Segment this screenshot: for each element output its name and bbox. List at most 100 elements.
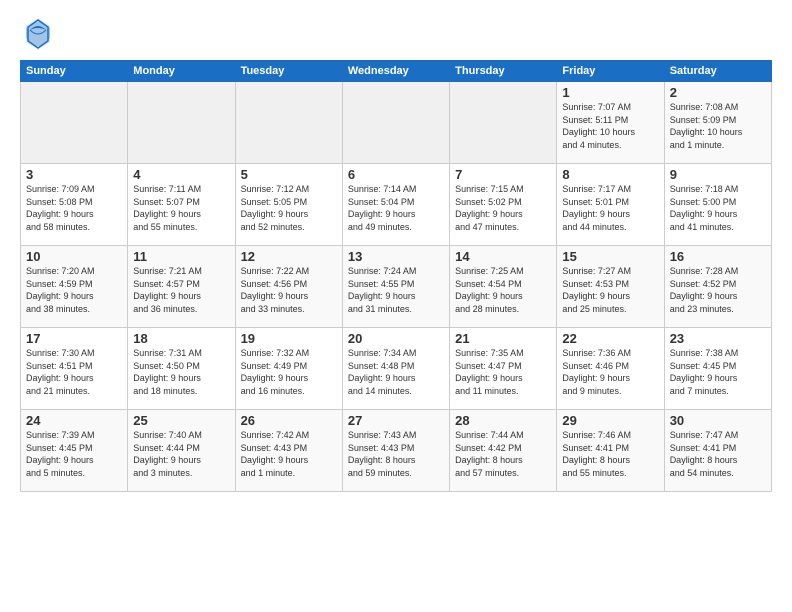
day-info: Sunrise: 7:30 AM Sunset: 4:51 PM Dayligh… <box>26 347 122 397</box>
day-info: Sunrise: 7:18 AM Sunset: 5:00 PM Dayligh… <box>670 183 766 233</box>
calendar-cell: 26Sunrise: 7:42 AM Sunset: 4:43 PM Dayli… <box>235 410 342 492</box>
day-info: Sunrise: 7:32 AM Sunset: 4:49 PM Dayligh… <box>241 347 337 397</box>
day-number: 9 <box>670 167 766 182</box>
calendar-cell: 7Sunrise: 7:15 AM Sunset: 5:02 PM Daylig… <box>450 164 557 246</box>
calendar-cell <box>450 82 557 164</box>
day-info: Sunrise: 7:12 AM Sunset: 5:05 PM Dayligh… <box>241 183 337 233</box>
calendar-cell: 30Sunrise: 7:47 AM Sunset: 4:41 PM Dayli… <box>664 410 771 492</box>
day-number: 29 <box>562 413 658 428</box>
day-info: Sunrise: 7:17 AM Sunset: 5:01 PM Dayligh… <box>562 183 658 233</box>
calendar-cell: 29Sunrise: 7:46 AM Sunset: 4:41 PM Dayli… <box>557 410 664 492</box>
day-info: Sunrise: 7:31 AM Sunset: 4:50 PM Dayligh… <box>133 347 229 397</box>
day-number: 28 <box>455 413 551 428</box>
calendar-cell: 2Sunrise: 7:08 AM Sunset: 5:09 PM Daylig… <box>664 82 771 164</box>
day-number: 19 <box>241 331 337 346</box>
day-info: Sunrise: 7:42 AM Sunset: 4:43 PM Dayligh… <box>241 429 337 479</box>
day-number: 2 <box>670 85 766 100</box>
calendar-cell: 17Sunrise: 7:30 AM Sunset: 4:51 PM Dayli… <box>21 328 128 410</box>
calendar-cell <box>235 82 342 164</box>
day-number: 8 <box>562 167 658 182</box>
day-number: 25 <box>133 413 229 428</box>
calendar-cell: 19Sunrise: 7:32 AM Sunset: 4:49 PM Dayli… <box>235 328 342 410</box>
day-number: 10 <box>26 249 122 264</box>
calendar-cell: 28Sunrise: 7:44 AM Sunset: 4:42 PM Dayli… <box>450 410 557 492</box>
day-number: 21 <box>455 331 551 346</box>
week-row-1: 3Sunrise: 7:09 AM Sunset: 5:08 PM Daylig… <box>21 164 772 246</box>
day-info: Sunrise: 7:24 AM Sunset: 4:55 PM Dayligh… <box>348 265 444 315</box>
calendar-cell: 1Sunrise: 7:07 AM Sunset: 5:11 PM Daylig… <box>557 82 664 164</box>
day-info: Sunrise: 7:25 AM Sunset: 4:54 PM Dayligh… <box>455 265 551 315</box>
day-number: 24 <box>26 413 122 428</box>
calendar-body: 1Sunrise: 7:07 AM Sunset: 5:11 PM Daylig… <box>21 82 772 492</box>
day-number: 27 <box>348 413 444 428</box>
day-number: 18 <box>133 331 229 346</box>
calendar-cell: 25Sunrise: 7:40 AM Sunset: 4:44 PM Dayli… <box>128 410 235 492</box>
header-thursday: Thursday <box>450 61 557 82</box>
day-number: 1 <box>562 85 658 100</box>
header-friday: Friday <box>557 61 664 82</box>
day-number: 6 <box>348 167 444 182</box>
header-row: SundayMondayTuesdayWednesdayThursdayFrid… <box>21 61 772 82</box>
day-number: 30 <box>670 413 766 428</box>
calendar-cell: 20Sunrise: 7:34 AM Sunset: 4:48 PM Dayli… <box>342 328 449 410</box>
day-number: 16 <box>670 249 766 264</box>
day-number: 3 <box>26 167 122 182</box>
day-info: Sunrise: 7:44 AM Sunset: 4:42 PM Dayligh… <box>455 429 551 479</box>
header-monday: Monday <box>128 61 235 82</box>
calendar-cell: 16Sunrise: 7:28 AM Sunset: 4:52 PM Dayli… <box>664 246 771 328</box>
calendar-cell: 3Sunrise: 7:09 AM Sunset: 5:08 PM Daylig… <box>21 164 128 246</box>
week-row-2: 10Sunrise: 7:20 AM Sunset: 4:59 PM Dayli… <box>21 246 772 328</box>
day-info: Sunrise: 7:43 AM Sunset: 4:43 PM Dayligh… <box>348 429 444 479</box>
logo-icon <box>20 16 56 52</box>
day-info: Sunrise: 7:15 AM Sunset: 5:02 PM Dayligh… <box>455 183 551 233</box>
calendar-cell: 12Sunrise: 7:22 AM Sunset: 4:56 PM Dayli… <box>235 246 342 328</box>
calendar-header: SundayMondayTuesdayWednesdayThursdayFrid… <box>21 61 772 82</box>
day-number: 14 <box>455 249 551 264</box>
day-number: 26 <box>241 413 337 428</box>
calendar-cell: 23Sunrise: 7:38 AM Sunset: 4:45 PM Dayli… <box>664 328 771 410</box>
calendar-cell: 9Sunrise: 7:18 AM Sunset: 5:00 PM Daylig… <box>664 164 771 246</box>
day-number: 4 <box>133 167 229 182</box>
week-row-0: 1Sunrise: 7:07 AM Sunset: 5:11 PM Daylig… <box>21 82 772 164</box>
day-number: 17 <box>26 331 122 346</box>
calendar-cell <box>128 82 235 164</box>
calendar-cell <box>342 82 449 164</box>
day-info: Sunrise: 7:39 AM Sunset: 4:45 PM Dayligh… <box>26 429 122 479</box>
day-number: 23 <box>670 331 766 346</box>
week-row-3: 17Sunrise: 7:30 AM Sunset: 4:51 PM Dayli… <box>21 328 772 410</box>
calendar-cell: 5Sunrise: 7:12 AM Sunset: 5:05 PM Daylig… <box>235 164 342 246</box>
day-number: 12 <box>241 249 337 264</box>
calendar-cell: 24Sunrise: 7:39 AM Sunset: 4:45 PM Dayli… <box>21 410 128 492</box>
calendar-cell: 22Sunrise: 7:36 AM Sunset: 4:46 PM Dayli… <box>557 328 664 410</box>
day-info: Sunrise: 7:40 AM Sunset: 4:44 PM Dayligh… <box>133 429 229 479</box>
day-info: Sunrise: 7:38 AM Sunset: 4:45 PM Dayligh… <box>670 347 766 397</box>
calendar-cell <box>21 82 128 164</box>
day-number: 7 <box>455 167 551 182</box>
day-info: Sunrise: 7:08 AM Sunset: 5:09 PM Dayligh… <box>670 101 766 151</box>
day-number: 13 <box>348 249 444 264</box>
day-info: Sunrise: 7:11 AM Sunset: 5:07 PM Dayligh… <box>133 183 229 233</box>
day-info: Sunrise: 7:14 AM Sunset: 5:04 PM Dayligh… <box>348 183 444 233</box>
calendar-cell: 6Sunrise: 7:14 AM Sunset: 5:04 PM Daylig… <box>342 164 449 246</box>
calendar-cell: 15Sunrise: 7:27 AM Sunset: 4:53 PM Dayli… <box>557 246 664 328</box>
day-number: 20 <box>348 331 444 346</box>
calendar-cell: 10Sunrise: 7:20 AM Sunset: 4:59 PM Dayli… <box>21 246 128 328</box>
header-sunday: Sunday <box>21 61 128 82</box>
calendar-cell: 8Sunrise: 7:17 AM Sunset: 5:01 PM Daylig… <box>557 164 664 246</box>
calendar-cell: 14Sunrise: 7:25 AM Sunset: 4:54 PM Dayli… <box>450 246 557 328</box>
header-tuesday: Tuesday <box>235 61 342 82</box>
calendar-cell: 27Sunrise: 7:43 AM Sunset: 4:43 PM Dayli… <box>342 410 449 492</box>
day-info: Sunrise: 7:27 AM Sunset: 4:53 PM Dayligh… <box>562 265 658 315</box>
week-row-4: 24Sunrise: 7:39 AM Sunset: 4:45 PM Dayli… <box>21 410 772 492</box>
day-info: Sunrise: 7:34 AM Sunset: 4:48 PM Dayligh… <box>348 347 444 397</box>
day-info: Sunrise: 7:46 AM Sunset: 4:41 PM Dayligh… <box>562 429 658 479</box>
calendar-cell: 21Sunrise: 7:35 AM Sunset: 4:47 PM Dayli… <box>450 328 557 410</box>
day-info: Sunrise: 7:28 AM Sunset: 4:52 PM Dayligh… <box>670 265 766 315</box>
day-info: Sunrise: 7:47 AM Sunset: 4:41 PM Dayligh… <box>670 429 766 479</box>
day-number: 5 <box>241 167 337 182</box>
day-number: 11 <box>133 249 229 264</box>
calendar-table: SundayMondayTuesdayWednesdayThursdayFrid… <box>20 60 772 492</box>
calendar-cell: 4Sunrise: 7:11 AM Sunset: 5:07 PM Daylig… <box>128 164 235 246</box>
day-info: Sunrise: 7:35 AM Sunset: 4:47 PM Dayligh… <box>455 347 551 397</box>
header-saturday: Saturday <box>664 61 771 82</box>
